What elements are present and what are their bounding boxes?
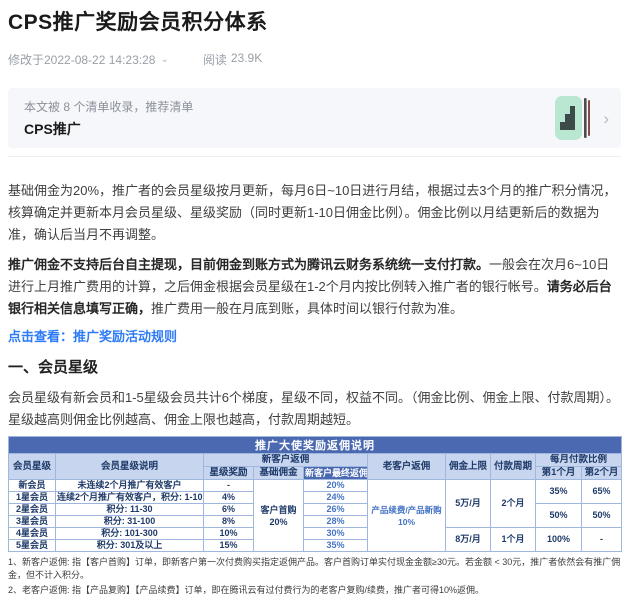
table-title-row: 推广大使奖励返佣说明 [9,437,622,454]
col-header-base: 基础佣金 [254,467,304,480]
cell-star: 5星会员 [9,540,56,552]
reward-commission-table: 推广大使奖励返佣说明 会员星级 会员星级说明 新客户返佣 老客户返佣 佣金上限 … [8,436,622,552]
footnote-new-customer: 1、新客户返佣: 指【客户首购】订单，即新客户第一次付费购买指定返佣产品。客户首… [8,556,621,581]
cell-final: 20% [304,480,368,492]
cell-final: 28% [304,516,368,528]
cell-star: 2星会员 [9,504,56,516]
cell-final: 26% [304,504,368,516]
cell-star-bonus: 15% [204,540,254,552]
modified-timestamp: 修改于2022-08-22 14:23:28 [8,51,155,68]
cell-desc: 未连续2个月推广有效客户 [56,480,204,492]
cell-cycle-rows1to4: 2个月 [491,480,536,528]
chevron-right-icon[interactable]: › [603,110,609,127]
paragraph-payment-normal-2: 推广费用一般在月底到账，具体时间以银行付款为准。 [151,301,463,316]
cell-star: 1星会员 [9,492,56,504]
cell-m2-rows3to4: 50% [582,504,622,528]
cell-cycle-rows5to6: 1个月 [491,528,536,552]
paragraph-base-commission: 基础佣金为20%，推广者的会员星级按月更新，每月6日~10日进行月结，根据过去3… [8,180,621,246]
cell-cap-rows5to6: 8万/月 [446,528,491,552]
section-title-member-star: 一、会员星级 [8,359,621,377]
col-header-desc: 会员星级说明 [56,454,204,480]
collection-summary: 本文被 8 个清单收录，推荐清单 [24,100,555,114]
cell-m1-rows1to2: 35% [536,480,582,504]
divider [8,156,621,157]
cell-star-bonus: - [204,480,254,492]
cell-m2-rows1to2: 65% [582,480,622,504]
cell-base-commission: 客户首购 20% [254,480,304,552]
cell-star: 4星会员 [9,528,56,540]
col-header-star-bonus: 星级奖励 [204,467,254,480]
cell-desc: 积分: 101-300 [56,528,204,540]
cell-base-line1: 客户首购 [255,504,302,516]
cell-desc: 积分: 301及以上 [56,540,204,552]
table-title: 推广大使奖励返佣说明 [9,437,622,454]
cell-star: 3星会员 [9,516,56,528]
col-header-cap: 佣金上限 [446,454,491,480]
cell-final: 24% [304,492,368,504]
table-header-row-1: 会员星级 会员星级说明 新客户返佣 老客户返佣 佣金上限 付款周期 每月付款比例 [9,454,622,467]
cell-m1-rows5to6: 100% [536,528,582,552]
chevron-down-icon[interactable]: ⌄ [160,55,168,65]
paragraph-payment: 推广佣金不支持后台自主提现，目前佣金到账方式为腾讯云财务系统统一支付打款。一般会… [8,254,621,320]
cell-final: 35% [304,540,368,552]
col-header-cycle: 付款周期 [491,454,536,480]
cell-m2-rows5to6: - [582,528,622,552]
cell-m1-rows3to4: 50% [536,504,582,528]
paragraph-payment-bold-1: 推广佣金不支持后台自主提现，目前佣金到账方式为腾讯云财务系统统一支付打款。 [8,257,489,272]
table-footnotes: 1、新客户返佣: 指【客户首购】订单，即新客户第一次付费购买指定返佣产品。客户首… [8,556,621,597]
cell-old-line2: 10% [369,516,444,528]
cell-cap-rows1to4: 5万/月 [446,480,491,528]
collection-card[interactable]: 本文被 8 个清单收录，推荐清单 CPS推广 › [8,88,621,148]
col-header-monthly: 每月付款比例 [536,454,622,467]
cell-star-bonus: 4% [204,492,254,504]
page-title: CPS推广奖励会员积分体系 [8,8,621,38]
cell-old-customer: 产品续费/产品新购 10% [368,480,446,552]
list-thumbnail [555,95,591,141]
col-header-month-2: 第2个月 [582,467,622,480]
promo-rules-link[interactable]: 点击查看：推广奖励活动规则 [8,329,621,344]
paragraph-star-levels: 会员星级有新会员和1-5星级会员共计6个梯度，星级不同，权益不同。（佣金比例、佣… [8,387,621,431]
col-header-final: 新客户最终返佣 [304,467,368,480]
col-header-month-1: 第1个月 [536,467,582,480]
cell-star-bonus: 8% [204,516,254,528]
cell-final: 30% [304,528,368,540]
col-header-star: 会员星级 [9,454,56,480]
table-row: 4星会员 积分: 101-300 10% 30% 8万/月 1个月 100% - [9,528,622,540]
cell-desc: 连续2个月推广有效客户，积分: 1-10 [56,492,204,504]
stairs-chart-graphic [555,95,591,141]
cell-old-line1: 产品续费/产品新购 [369,504,444,516]
cell-star-bonus: 10% [204,528,254,540]
table-row: 新会员 未连续2个月推广有效客户 - 客户首购 20% 20% 产品续费/产品新… [9,480,622,492]
collection-name: CPS推广 [24,121,555,137]
cell-desc: 积分: 31-100 [56,516,204,528]
read-count-label: 阅读 [203,51,227,68]
col-header-old-customer: 老客户返佣 [368,454,446,480]
read-count: 阅读 23.9K [203,51,262,68]
cell-desc: 积分: 11-30 [56,504,204,516]
col-header-new-customer: 新客户返佣 [204,454,368,467]
footnote-old-customer: 2、老客户返佣: 指【产品复购】【产品续费】订单，即在腾讯云有过付费行为的老客户… [8,584,621,597]
meta-row: 修改于2022-08-22 14:23:28 ⌄ 阅读 23.9K [8,51,621,68]
article-page: CPS推广奖励会员积分体系 修改于2022-08-22 14:23:28 ⌄ 阅… [0,8,629,597]
cell-base-line2: 20% [255,516,302,528]
read-count-value: 23.9K [231,51,262,68]
cell-star-bonus: 6% [204,504,254,516]
collection-card-text: 本文被 8 个清单收录，推荐清单 CPS推广 [24,100,555,137]
cell-star: 新会员 [9,480,56,492]
